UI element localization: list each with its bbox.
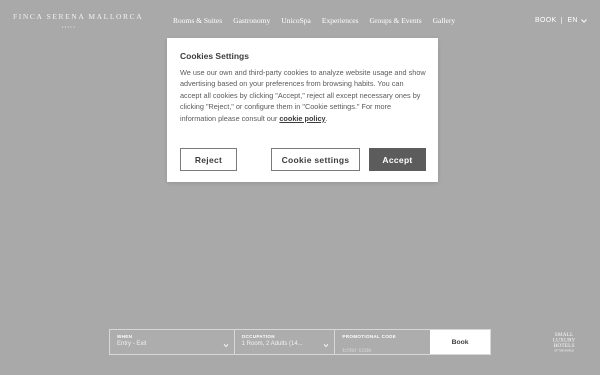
occupation-value: 1 Room, 2 Adults (14... — [241, 341, 303, 347]
occupation-label: OCCUPATION — [241, 334, 275, 339]
nav-gastronomy[interactable]: Gastronomy — [233, 16, 270, 25]
badge-line-3: HOTELS — [553, 343, 574, 349]
booking-bar: WHEN Entry - Exit OCCUPATION 1 Room, 2 A… — [109, 329, 491, 355]
badge-line-4: OF THE WORLD — [554, 349, 574, 353]
cookie-dialog: Cookies Settings We use our own and thir… — [167, 38, 438, 182]
book-button[interactable]: Book — [430, 330, 490, 354]
slh-badge-icon: SMALL LUXURY HOTELS OF THE WORLD — [553, 332, 576, 353]
nav-groups-events[interactable]: Groups & Events — [370, 16, 422, 25]
chevron-down-icon — [324, 343, 329, 348]
accept-button[interactable]: Accept — [369, 148, 426, 171]
site-logo[interactable]: FINCA SERENA MALLORCA ••••• — [13, 12, 144, 29]
header-actions: BOOK EN — [535, 17, 588, 24]
promo-code-field: PROMOTIONAL CODE — [335, 330, 430, 354]
when-value: Entry - Exit — [117, 341, 147, 347]
main-nav: Rooms & Suites Gastronomy UnicoSpa Exper… — [173, 16, 455, 25]
header-book-link[interactable]: BOOK — [535, 17, 556, 24]
when-field[interactable]: WHEN Entry - Exit — [110, 330, 235, 354]
nav-rooms-suites[interactable]: Rooms & Suites — [173, 16, 222, 25]
cookie-dialog-title: Cookies Settings — [180, 51, 249, 61]
language-label: EN — [567, 17, 578, 24]
logo-stars: ••••• — [61, 24, 77, 29]
nav-experiences[interactable]: Experiences — [322, 16, 359, 25]
small-luxury-hotels-logo: SMALL LUXURY HOTELS OF THE WORLD — [547, 330, 581, 354]
cookie-policy-link[interactable]: cookie policy — [279, 114, 325, 123]
when-label: WHEN — [117, 334, 133, 339]
occupation-field[interactable]: OCCUPATION 1 Room, 2 Adults (14... — [235, 330, 336, 354]
nav-unicospa[interactable]: UnicoSpa — [281, 16, 311, 25]
language-selector[interactable]: EN — [567, 17, 587, 24]
reject-button[interactable]: Reject — [180, 148, 237, 171]
header-divider — [561, 17, 563, 24]
cookie-dialog-text: We use our own and third-party cookies t… — [180, 67, 426, 124]
promo-code-label: PROMOTIONAL CODE — [342, 334, 397, 339]
logo-name: FINCA SERENA MALLORCA — [13, 12, 144, 21]
chevron-down-icon — [580, 18, 587, 23]
promo-code-input[interactable] — [342, 348, 423, 354]
chevron-down-icon — [223, 343, 229, 348]
site-header: FINCA SERENA MALLORCA ••••• Rooms & Suit… — [0, 0, 600, 40]
cookie-settings-button[interactable]: Cookie settings — [271, 148, 360, 171]
nav-gallery[interactable]: Gallery — [433, 16, 456, 25]
cookie-dialog-suffix: . — [325, 113, 328, 123]
